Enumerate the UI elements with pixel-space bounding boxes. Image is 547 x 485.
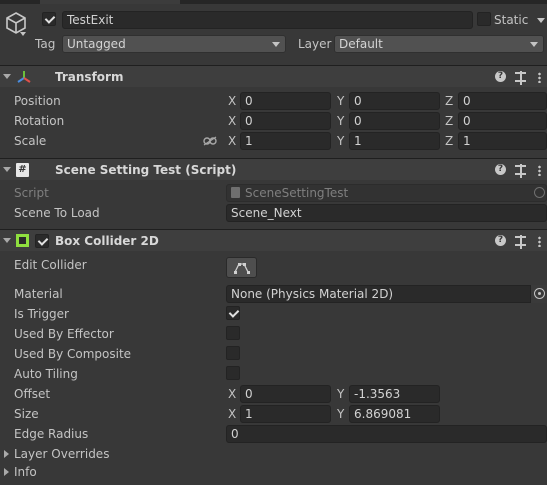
position-z-field[interactable]: 0 bbox=[458, 92, 547, 110]
gameobject-name-field[interactable]: TestExit bbox=[62, 11, 473, 29]
info-label[interactable]: Info bbox=[14, 464, 37, 480]
help-icon[interactable]: ? bbox=[495, 164, 506, 175]
is-trigger-checkbox[interactable] bbox=[226, 306, 240, 320]
script-label: Script bbox=[14, 186, 49, 200]
layer-dropdown[interactable]: Default bbox=[334, 35, 544, 53]
size-x-axis[interactable]: X bbox=[228, 406, 236, 422]
size-label: Size bbox=[14, 407, 39, 421]
offset-x-axis[interactable]: X bbox=[228, 386, 236, 402]
script-field-value: SceneSettingTest bbox=[245, 186, 349, 200]
used-by-composite-label: Used By Composite bbox=[14, 347, 132, 361]
rotation-z-field[interactable]: 0 bbox=[458, 112, 547, 130]
scale-label: Scale bbox=[14, 134, 47, 148]
rotation-x-axis[interactable]: X bbox=[228, 113, 236, 129]
kebab-menu-icon[interactable] bbox=[538, 236, 541, 247]
material-field[interactable]: None (Physics Material 2D) bbox=[226, 285, 547, 303]
static-checkbox[interactable] bbox=[477, 12, 491, 26]
used-by-effector-label: Used By Effector bbox=[14, 327, 114, 341]
chevron-down-icon bbox=[272, 42, 280, 47]
position-x-axis[interactable]: X bbox=[228, 93, 236, 109]
top-strip-tab bbox=[40, 0, 180, 4]
kebab-menu-icon[interactable] bbox=[538, 72, 541, 83]
offset-x-field[interactable]: 0 bbox=[240, 385, 331, 403]
position-z-axis[interactable]: Z bbox=[445, 93, 453, 109]
info-foldout-icon[interactable] bbox=[4, 468, 9, 476]
scale-x-field[interactable]: 1 bbox=[240, 132, 331, 150]
layer-overrides-foldout-icon[interactable] bbox=[4, 450, 9, 458]
layer-dropdown-value: Default bbox=[339, 37, 383, 51]
rotation-label: Rotation bbox=[14, 114, 65, 128]
box-collider-icon bbox=[16, 234, 29, 247]
auto-tiling-label: Auto Tiling bbox=[14, 367, 78, 381]
used-by-composite-checkbox[interactable] bbox=[226, 346, 240, 360]
box-collider-title: Box Collider 2D bbox=[55, 234, 159, 248]
size-y-axis[interactable]: Y bbox=[337, 406, 344, 422]
presets-icon[interactable] bbox=[515, 164, 526, 178]
size-x-field[interactable]: 1 bbox=[240, 405, 331, 423]
position-y-axis[interactable]: Y bbox=[337, 93, 344, 109]
scene-to-load-field[interactable]: Scene_Next bbox=[226, 204, 547, 222]
help-icon[interactable]: ? bbox=[495, 235, 506, 246]
layer-label: Layer bbox=[298, 37, 332, 51]
link-icon[interactable] bbox=[203, 135, 217, 146]
used-by-effector-checkbox[interactable] bbox=[226, 326, 240, 340]
kebab-menu-icon[interactable] bbox=[538, 165, 541, 176]
rotation-z-axis[interactable]: Z bbox=[445, 113, 453, 129]
script-file-icon bbox=[231, 187, 240, 198]
script-component-title: Scene Setting Test (Script) bbox=[55, 163, 237, 177]
offset-y-axis[interactable]: Y bbox=[337, 386, 344, 402]
tag-label: Tag bbox=[35, 37, 56, 51]
chevron-down-icon bbox=[530, 42, 538, 47]
presets-icon[interactable] bbox=[515, 71, 526, 85]
position-label: Position bbox=[14, 94, 61, 108]
layer-overrides-label[interactable]: Layer Overrides bbox=[14, 446, 109, 462]
position-x-field[interactable]: 0 bbox=[240, 92, 331, 110]
offset-y-field[interactable]: -1.3563 bbox=[349, 385, 440, 403]
script-hash-icon: # bbox=[16, 163, 29, 177]
scale-z-axis[interactable]: Z bbox=[445, 133, 453, 149]
help-icon[interactable]: ? bbox=[495, 71, 506, 82]
static-dropdown-arrow[interactable] bbox=[537, 18, 545, 23]
offset-label: Offset bbox=[14, 387, 51, 401]
scale-z-field[interactable]: 1 bbox=[458, 132, 547, 150]
material-label: Material bbox=[14, 287, 63, 301]
object-picker-icon[interactable] bbox=[530, 285, 547, 303]
edit-collider-button[interactable] bbox=[226, 257, 257, 278]
edit-collider-icon bbox=[234, 263, 250, 274]
tag-dropdown-value: Untagged bbox=[67, 37, 126, 51]
object-picker-icon bbox=[534, 187, 545, 198]
scale-y-field[interactable]: 1 bbox=[349, 132, 440, 150]
foldout-open-icon[interactable] bbox=[3, 74, 11, 79]
gameobject-icon-dropdown[interactable] bbox=[20, 32, 26, 36]
script-component-header[interactable]: # Scene Setting Test (Script) ? bbox=[0, 158, 547, 180]
static-label: Static bbox=[494, 13, 529, 27]
scene-to-load-label: Scene To Load bbox=[14, 206, 100, 220]
foldout-open-icon[interactable] bbox=[3, 167, 11, 172]
edit-collider-label: Edit Collider bbox=[14, 258, 87, 272]
edge-radius-label: Edge Radius bbox=[14, 427, 89, 441]
gameobject-active-checkbox[interactable] bbox=[42, 12, 56, 26]
box-collider-header[interactable]: Box Collider 2D ? bbox=[0, 229, 547, 251]
rotation-x-field[interactable]: 0 bbox=[240, 112, 331, 130]
scale-x-axis[interactable]: X bbox=[228, 133, 236, 149]
rotation-y-field[interactable]: 0 bbox=[349, 112, 440, 130]
tag-dropdown[interactable]: Untagged bbox=[62, 35, 286, 53]
transform-header[interactable]: Transform ? bbox=[0, 65, 547, 87]
material-field-value: None (Physics Material 2D) bbox=[231, 287, 394, 301]
edge-radius-field[interactable]: 0 bbox=[226, 425, 547, 443]
presets-icon[interactable] bbox=[515, 235, 526, 249]
script-field: SceneSettingTest bbox=[226, 184, 547, 202]
auto-tiling-checkbox[interactable] bbox=[226, 366, 240, 380]
position-y-field[interactable]: 0 bbox=[349, 92, 440, 110]
box-collider-enabled-checkbox[interactable] bbox=[35, 234, 49, 248]
is-trigger-label: Is Trigger bbox=[14, 307, 69, 321]
transform-title: Transform bbox=[55, 70, 124, 84]
foldout-open-icon[interactable] bbox=[3, 238, 11, 243]
size-y-field[interactable]: 6.869081 bbox=[349, 405, 440, 423]
scale-y-axis[interactable]: Y bbox=[337, 133, 344, 149]
rotation-y-axis[interactable]: Y bbox=[337, 113, 344, 129]
transform-axes-icon bbox=[16, 69, 32, 85]
